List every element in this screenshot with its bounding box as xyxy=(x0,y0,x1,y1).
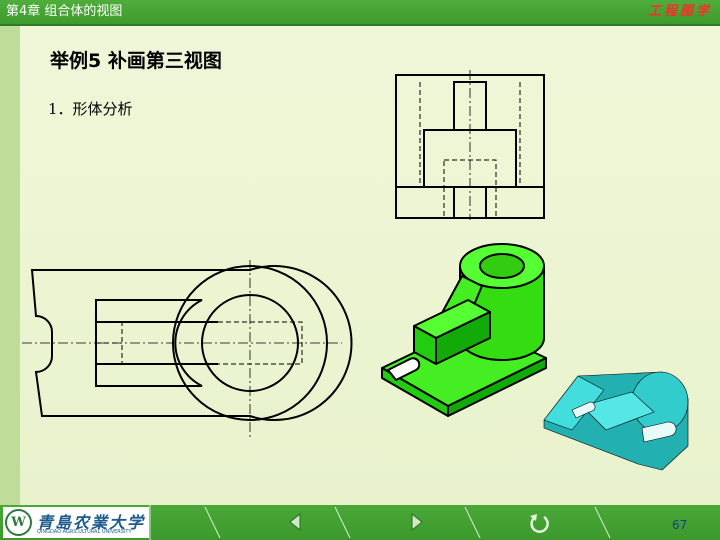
chapter-title: 第4章 组合体的视图 xyxy=(6,4,123,19)
return-button[interactable] xyxy=(528,510,550,534)
top-view xyxy=(22,260,353,438)
header-bar: 第4章 组合体的视图 工程图学 xyxy=(0,0,720,24)
university-name-en: QINGDAO AGRICULTURAL UNIVERSITY xyxy=(37,529,132,535)
slide-title: 举例5 补画第三视图 xyxy=(50,50,222,72)
university-logo: W 青島农業大学 QINGDAO AGRICULTURAL UNIVERSITY xyxy=(3,507,149,538)
front-view xyxy=(395,70,545,220)
section-label: 1．形体分析 xyxy=(48,100,133,118)
isometric-model-green xyxy=(381,243,547,417)
isometric-model-cyan xyxy=(543,371,689,471)
university-emblem-icon: W xyxy=(5,509,32,536)
return-icon xyxy=(530,514,549,533)
prev-slide-button[interactable] xyxy=(284,510,306,534)
page-number: 67 xyxy=(672,518,688,532)
next-slide-button[interactable] xyxy=(406,510,428,534)
triangle-right-icon xyxy=(411,512,423,532)
triangle-left-icon xyxy=(289,512,301,532)
header-divider xyxy=(0,24,720,26)
course-title: 工程图学 xyxy=(647,4,712,19)
left-accent-bar xyxy=(0,26,20,505)
